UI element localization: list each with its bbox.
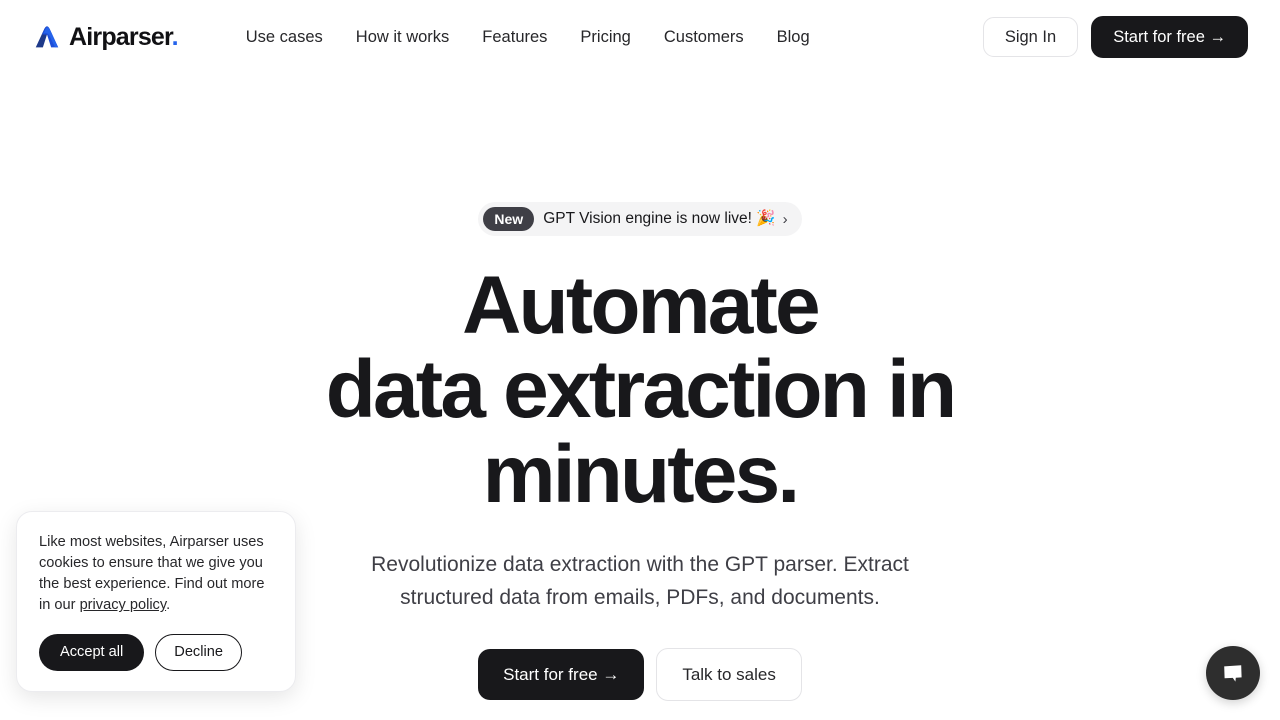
hero-subheading: Revolutionize data extraction with the G…: [371, 553, 909, 610]
brand-dot: .: [171, 22, 179, 51]
cookie-banner-actions: Accept all Decline: [39, 634, 273, 671]
announcement-banner[interactable]: New GPT Vision engine is now live! 🎉 ›: [478, 202, 802, 236]
accept-all-cookies-button[interactable]: Accept all: [39, 634, 145, 671]
hero-start-free-button[interactable]: Start for free →: [478, 648, 645, 700]
brand-wordmark: Airparser.: [69, 22, 179, 51]
announcement-text: GPT Vision engine is now live! 🎉: [543, 210, 776, 228]
cookie-consent-banner: Like most websites, Airparser uses cooki…: [16, 510, 296, 692]
headline-line-2: data extraction in: [325, 344, 957, 436]
main-navigation: Use cases How it works Features Pricing …: [246, 29, 810, 46]
sign-in-button[interactable]: Sign In: [982, 16, 1079, 58]
hero-talk-to-sales-button[interactable]: Talk to sales: [656, 647, 802, 701]
brand-name: Airparser: [69, 22, 172, 51]
site-header: Airparser. Use cases How it works Featur…: [0, 0, 1280, 74]
header-start-free-button[interactable]: Start for free →: [1091, 15, 1248, 59]
hero-cta-group: Start for free → Talk to sales: [478, 647, 802, 701]
decline-cookies-button[interactable]: Decline: [155, 634, 242, 671]
chat-widget-button[interactable]: [1206, 646, 1260, 700]
nav-item-how-it-works[interactable]: How it works: [356, 29, 450, 46]
announcement-new-badge: New: [483, 207, 535, 231]
cookie-text-after-link: .: [166, 597, 171, 614]
header-actions: Sign In Start for free →: [982, 15, 1248, 59]
cookie-banner-text: Like most websites, Airparser uses cooki…: [39, 532, 273, 617]
nav-item-pricing[interactable]: Pricing: [580, 29, 630, 46]
airparser-logo-icon: [35, 26, 59, 48]
nav-item-features[interactable]: Features: [482, 29, 547, 46]
brand-logo-link[interactable]: Airparser.: [32, 22, 179, 52]
nav-item-customers[interactable]: Customers: [664, 29, 744, 46]
privacy-policy-link[interactable]: privacy policy: [80, 597, 167, 613]
nav-item-blog[interactable]: Blog: [777, 29, 810, 46]
chevron-right-icon: ›: [782, 210, 788, 228]
chat-bubble-icon: [1224, 665, 1242, 682]
headline-line-1: Automate: [462, 260, 821, 351]
page-title: Automate data extraction in minutes.: [325, 263, 957, 520]
nav-item-use-cases[interactable]: Use cases: [246, 29, 323, 46]
headline-line-3: minutes.: [482, 428, 801, 520]
